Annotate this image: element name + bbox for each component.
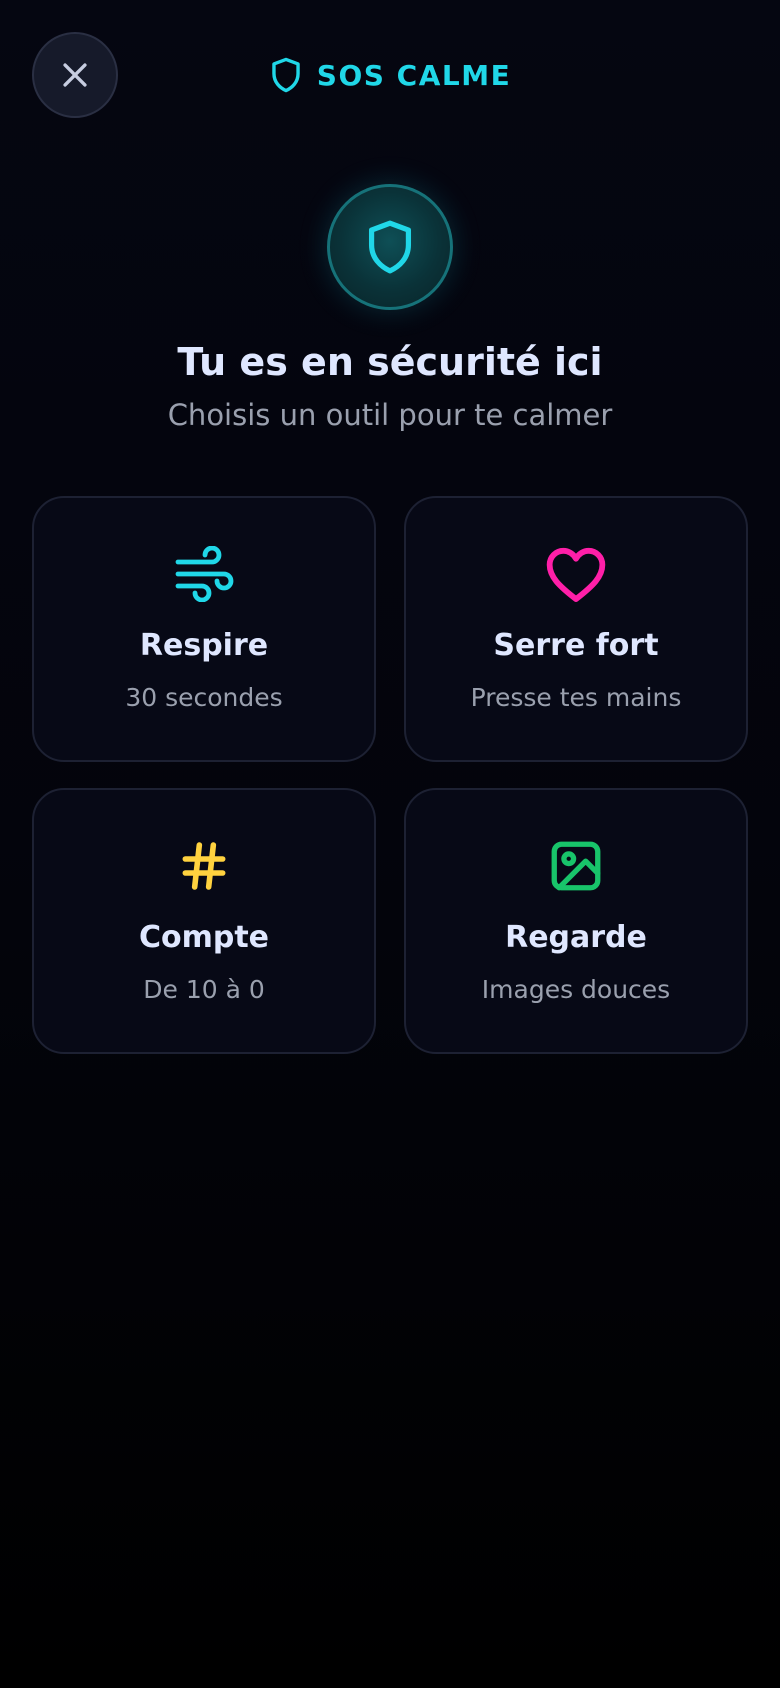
wind-icon (175, 546, 234, 602)
tool-subtitle: De 10 à 0 (143, 975, 265, 1004)
tool-card-compte[interactable]: Compte De 10 à 0 (32, 788, 376, 1054)
hero-subtitle: Choisis un outil pour te calmer (167, 398, 613, 432)
image-icon (551, 841, 601, 891)
tool-subtitle: 30 secondes (125, 683, 283, 712)
heart-icon (546, 547, 606, 602)
header-bar: SOS CALME (0, 0, 780, 150)
hero-title: Tu es en sécurité ici (177, 340, 603, 384)
shield-icon (368, 220, 412, 274)
tool-subtitle: Presse tes mains (470, 683, 682, 712)
hash-icon (182, 842, 226, 890)
tool-title: Compte (138, 920, 270, 955)
tool-subtitle: Images douces (481, 975, 671, 1004)
shield-icon (272, 57, 300, 93)
tool-card-regarde[interactable]: Regarde Images douces (404, 788, 748, 1054)
hero-badge (327, 184, 453, 310)
tool-title: Respire (139, 628, 269, 663)
brand-title: SOS CALME (316, 58, 512, 92)
brand: SOS CALME (0, 52, 780, 98)
tool-title: Serre fort (493, 628, 659, 663)
tools-grid: Respire 30 secondes Serre fort Presse te… (32, 496, 748, 1054)
tool-card-respire[interactable]: Respire 30 secondes (32, 496, 376, 762)
tool-card-serre-fort[interactable]: Serre fort Presse tes mains (404, 496, 748, 762)
hero: Tu es en sécurité ici Choisis un outil p… (0, 184, 780, 432)
tool-title: Regarde (505, 920, 647, 955)
